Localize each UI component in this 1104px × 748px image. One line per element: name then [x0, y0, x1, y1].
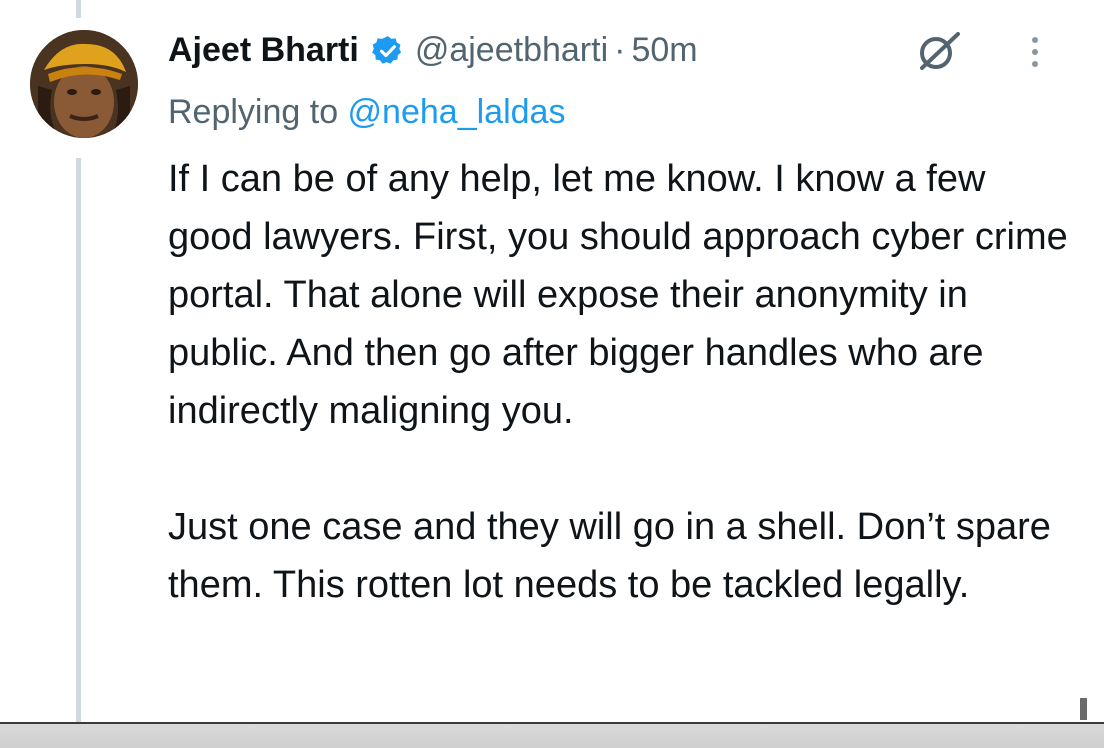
replying-to-line: Replying to @neha_laldas — [168, 88, 565, 136]
tweet-body: If I can be of any help, let me know. I … — [168, 150, 1078, 614]
scrollbar-thumb[interactable] — [1080, 698, 1087, 720]
tweet-paragraph: Just one case and they will go in a shel… — [168, 506, 1051, 606]
tweet-card[interactable]: Ajeet Bharti @ajeetbharti · 50m Replying… — [0, 0, 1104, 728]
thread-line-bottom — [76, 158, 81, 728]
author-name[interactable]: Ajeet Bharti — [168, 26, 359, 74]
verified-badge-icon — [371, 33, 405, 67]
tweet-paragraph: If I can be of any help, let me know. I … — [168, 158, 1068, 432]
reply-mention-link[interactable]: @neha_laldas — [348, 93, 566, 131]
grok-icon[interactable] — [914, 28, 964, 74]
author-handle[interactable]: @ajeetbharti — [415, 26, 608, 74]
more-options-icon[interactable] — [1024, 32, 1046, 72]
replying-to-label: Replying to — [168, 93, 348, 131]
thread-line-top — [76, 0, 81, 18]
avatar[interactable] — [30, 30, 138, 138]
timestamp[interactable]: 50m — [631, 26, 697, 74]
separator-dot: · — [614, 31, 626, 69]
bottom-edge-bar — [0, 722, 1104, 748]
tweet-header: Ajeet Bharti @ajeetbharti · 50m — [168, 26, 698, 74]
